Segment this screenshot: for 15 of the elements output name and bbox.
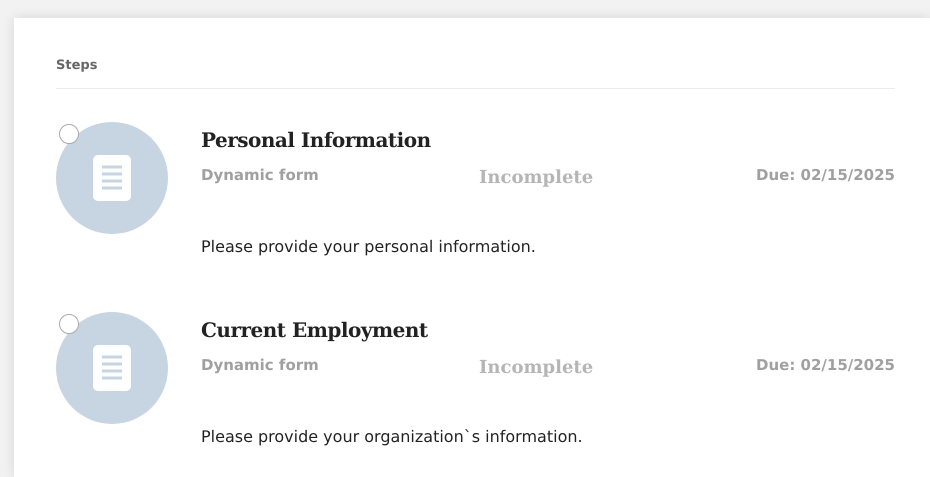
radio-button[interactable] bbox=[59, 124, 79, 144]
step-description: Please provide your personal information. bbox=[201, 236, 536, 258]
step-title: Personal Information bbox=[201, 127, 431, 154]
step-status: Incomplete bbox=[479, 166, 594, 190]
document-icon bbox=[93, 345, 131, 391]
due-date: Due: 02/15/2025 bbox=[756, 165, 895, 186]
document-icon bbox=[93, 155, 131, 201]
section-title: Steps bbox=[56, 57, 98, 75]
due-date: Due: 02/15/2025 bbox=[756, 355, 895, 376]
radio-button[interactable] bbox=[59, 314, 79, 334]
step-status: Incomplete bbox=[479, 356, 594, 380]
step-type: Dynamic form bbox=[201, 165, 320, 186]
step-title: Current Employment bbox=[201, 317, 428, 344]
step-type: Dynamic form bbox=[201, 355, 320, 376]
step-description: Please provide your organization`s information. bbox=[201, 426, 583, 448]
